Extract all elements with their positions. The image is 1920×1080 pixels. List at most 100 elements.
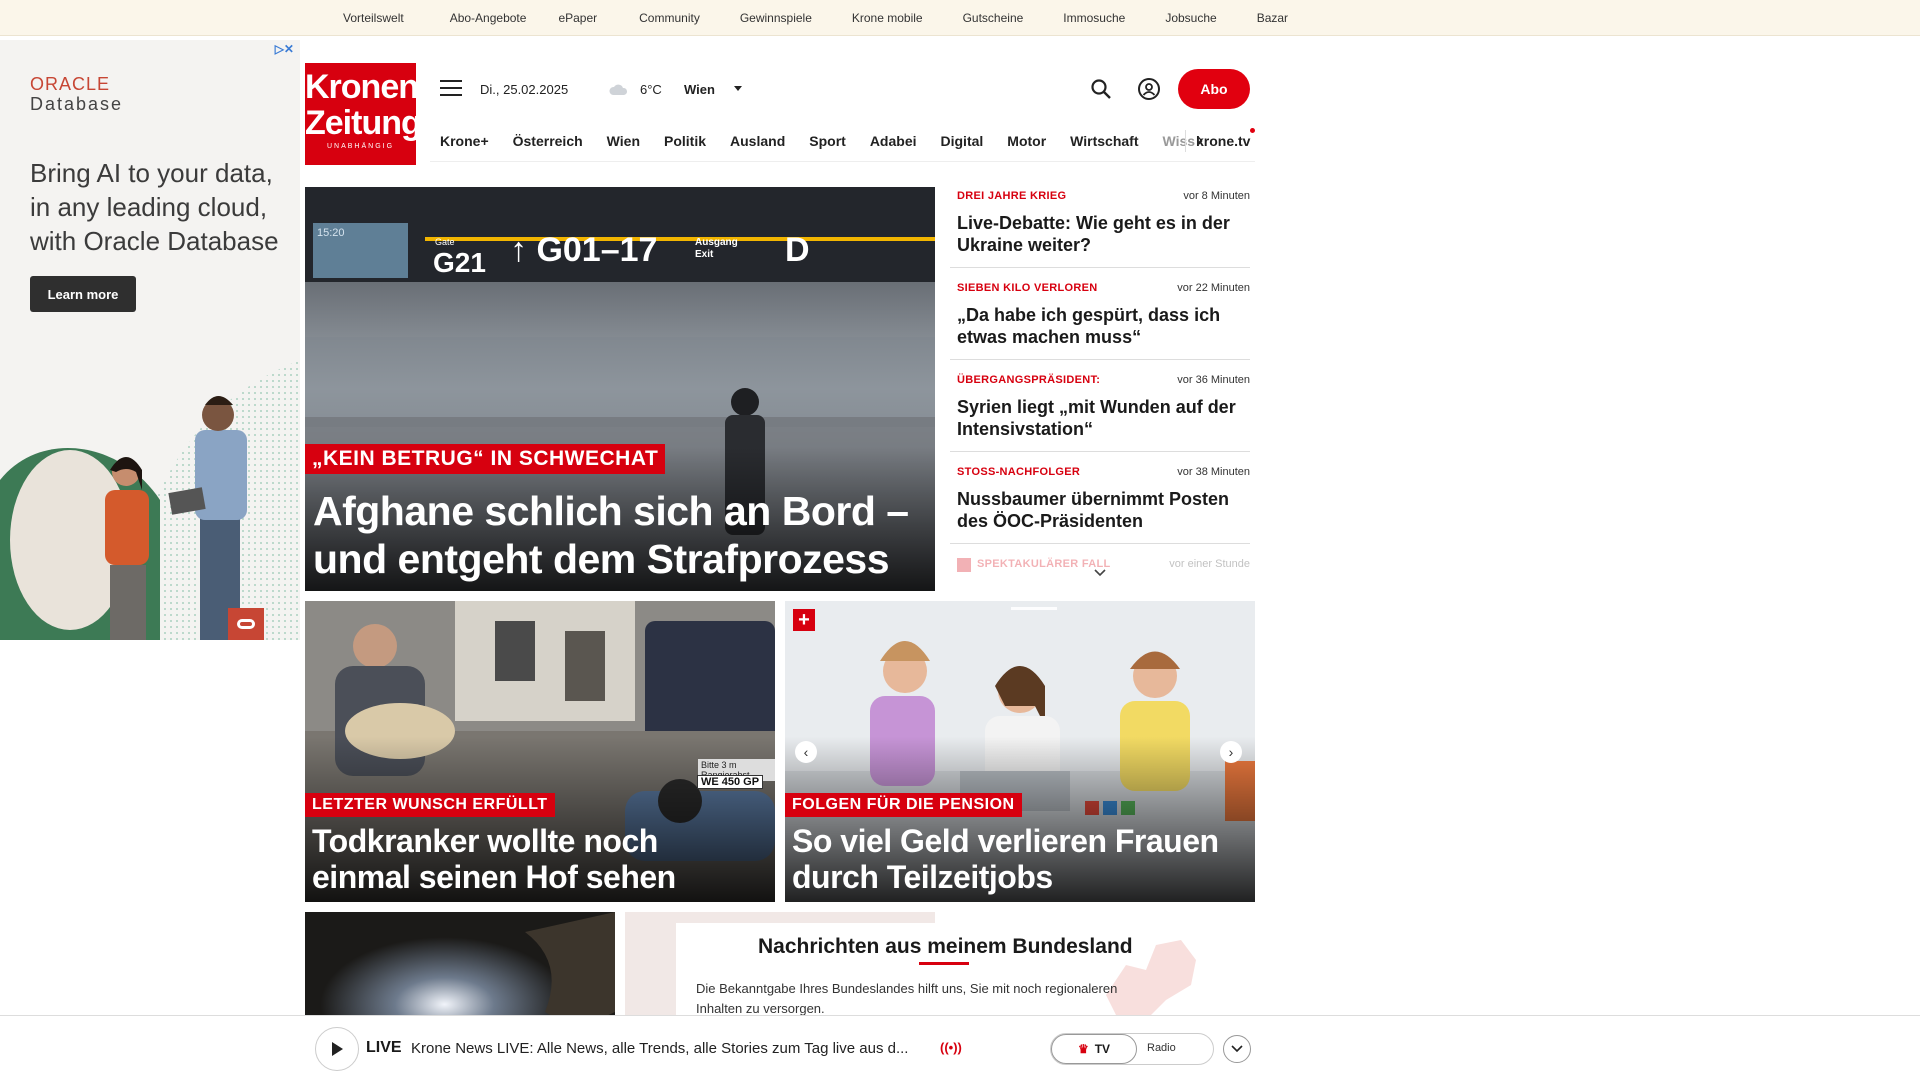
nav-item-krone-tv[interactable]: krone.tv <box>1185 130 1250 152</box>
news-title[interactable]: Syrien liegt „mit Wunden auf der Intensi… <box>957 396 1242 440</box>
temperature: 6°C <box>640 82 662 97</box>
news-title[interactable]: Live-Debatte: Wie geht es in der Ukraine… <box>957 212 1242 256</box>
carousel-prev-icon[interactable]: ‹ <box>795 741 817 763</box>
utility-link-community[interactable]: Community <box>639 11 700 25</box>
header-date: Di., 25.02.2025 <box>480 82 569 97</box>
live-indicator-dot <box>1250 128 1255 133</box>
utility-link-epaper[interactable]: ePaper <box>558 11 597 25</box>
logo-subline: UNABHÄNGIG <box>326 143 395 150</box>
news-time: vor 38 Minuten <box>1177 466 1250 478</box>
utility-link-gutscheine[interactable]: Gutscheine <box>963 11 1024 25</box>
hero-sign-gate: G21 <box>433 247 486 278</box>
nav-item-wien[interactable]: Wien <box>607 133 640 149</box>
kronen-zeitung-logo[interactable]: Kronen Zeitung UNABHÄNGIG <box>305 63 422 165</box>
live-label: LIVE <box>366 1039 402 1056</box>
utility-link-bazar[interactable]: Bazar <box>1257 11 1288 25</box>
user-account-icon[interactable] <box>1138 78 1160 100</box>
news-time: vor einer Stunde <box>1169 558 1250 570</box>
news-kicker: ÜBERGANGSPRÄSIDENT: <box>957 374 1101 386</box>
hamburger-menu-icon[interactable] <box>440 80 462 98</box>
news-kicker: DREI JAHRE KRIEG <box>957 190 1067 202</box>
hero-sign-d: D <box>785 231 810 269</box>
logo-line-2: Zeitung <box>305 104 422 142</box>
news-item[interactable]: ÜBERGANGSPRÄSIDENT: vor 36 Minuten Syrie… <box>950 374 1250 452</box>
news-time: vor 22 Minuten <box>1177 282 1250 294</box>
abo-button[interactable]: Abo <box>1178 69 1250 109</box>
live-stream-title[interactable]: Krone News LIVE: Alle News, alle Trends,… <box>411 1040 931 1057</box>
nav-item-krone-plus[interactable]: Krone+ <box>440 133 489 149</box>
ad-brand-database: Database <box>30 94 124 114</box>
adchoices-icon[interactable]: ▷✕ <box>275 42 294 56</box>
oracle-ad-banner[interactable]: ▷✕ ORACLE Database Bring AI to your data… <box>0 40 300 640</box>
tv-toggle-label: TV <box>1094 1042 1111 1056</box>
news-item[interactable]: DREI JAHRE KRIEG vor 8 Minuten Live-Deba… <box>950 190 1250 268</box>
hero-sign-range: ↑ G01–17 <box>510 231 658 269</box>
news-item[interactable]: STOSS-NACHFOLGER vor 38 Minuten Nussbaum… <box>950 466 1250 544</box>
nav-item-sport[interactable]: Sport <box>809 133 846 149</box>
news-kicker: STOSS-NACHFOLGER <box>957 466 1081 478</box>
news-item[interactable]: SIEBEN KILO VERLOREN vor 22 Minuten „Da … <box>950 282 1250 360</box>
hero-sign-range-text: G01–17 <box>536 231 658 269</box>
hero-title[interactable]: Afghane schlich sich an Bord – und entge… <box>313 487 923 583</box>
nav-item-digital[interactable]: Digital <box>941 133 984 149</box>
crown-icon: ♛ <box>1077 1042 1089 1056</box>
radio-toggle[interactable]: Radio <box>1147 1042 1176 1054</box>
expand-chevron-icon[interactable] <box>1223 1035 1251 1063</box>
top-utility-bar: Vorteilswelt Abo-Angebote ePaper Communi… <box>0 0 1920 36</box>
play-button[interactable] <box>315 1027 359 1071</box>
utility-link-immosuche[interactable]: Immosuche <box>1063 11 1125 25</box>
search-icon[interactable] <box>1090 78 1112 100</box>
article-card[interactable]: Bitte 3 m Rangierabst. WE 450 GP LETZTER… <box>305 601 775 902</box>
ad-brand-oracle: ORACLE <box>30 74 111 94</box>
utility-link-abo-angebote[interactable]: Abo-Angebote <box>450 11 527 25</box>
hero-sign-exit: Ausgang Exit <box>695 237 738 260</box>
nav-item-wirtschaft[interactable]: Wirtschaft <box>1070 133 1138 149</box>
article-card[interactable]: + ‹ › FOLGEN FÜR DIE PENSION So viel Gel… <box>785 601 1255 902</box>
krone-plus-icon <box>957 558 971 572</box>
card-title[interactable]: So viel Geld verlieren Frauen durch Teil… <box>792 823 1242 895</box>
card-kicker: LETZTER WUNSCH ERFÜLLT <box>305 793 555 817</box>
utility-links: Vorteilswelt Abo-Angebote ePaper Communi… <box>343 0 1334 36</box>
utility-link-gewinnspiele[interactable]: Gewinnspiele <box>740 11 812 25</box>
news-time: vor 36 Minuten <box>1177 374 1250 386</box>
krone-plus-icon: + <box>793 609 815 631</box>
utility-link-jobsuche[interactable]: Jobsuche <box>1165 11 1216 25</box>
license-plate: WE 450 GP <box>697 775 764 789</box>
tv-toggle[interactable]: ♛ TV <box>1051 1034 1137 1064</box>
cloud-icon <box>608 83 630 95</box>
hero-kicker: „KEIN BETRUG“ IN SCHWECHAT <box>305 444 666 474</box>
live-player-bar: LIVE Krone News LIVE: Alle News, alle Tr… <box>0 1015 1920 1080</box>
nav-item-motor[interactable]: Motor <box>1007 133 1046 149</box>
media-toggle[interactable]: ♛ TV Radio <box>1050 1033 1214 1065</box>
location-select[interactable]: Wien <box>684 82 715 97</box>
nav-item-politik[interactable]: Politik <box>664 133 706 149</box>
card-kicker: FOLGEN FÜR DIE PENSION <box>785 793 1022 817</box>
broadcast-icon: ((•)) <box>940 1040 962 1055</box>
news-kicker: SPEKTAKULÄRER FALL <box>977 558 1111 570</box>
chevron-down-icon[interactable] <box>734 86 742 91</box>
title-underline <box>919 962 969 965</box>
oracle-logo-icon <box>228 608 264 640</box>
hero-article[interactable]: 15:20 Gate G21 ↑ G01–17 Ausgang Exit D „… <box>305 187 935 591</box>
carousel-next-icon[interactable]: › <box>1220 741 1242 763</box>
news-title[interactable]: „Da habe ich gespürt, dass ich etwas mac… <box>957 304 1242 348</box>
nav-item-oesterreich[interactable]: Österreich <box>513 133 583 149</box>
carousel-indicator <box>1011 607 1057 610</box>
nav-item-adabei[interactable]: Adabei <box>870 133 917 149</box>
utility-link-krone-mobile[interactable]: Krone mobile <box>852 11 923 25</box>
news-kicker: SIEBEN KILO VERLOREN <box>957 282 1098 294</box>
chevron-down-icon[interactable] <box>1093 565 1106 577</box>
ad-learn-more-button[interactable]: Learn more <box>30 276 136 312</box>
logo-line-1: Kronen <box>305 68 419 106</box>
ad-headline: Bring AI to your data, in any leading cl… <box>30 158 279 256</box>
utility-link-vorteilswelt[interactable]: Vorteilswelt <box>343 11 404 25</box>
ad-people-illustration <box>0 360 300 640</box>
hero-sign-gate-label: Gate <box>435 237 455 247</box>
news-time: vor 8 Minuten <box>1183 190 1250 202</box>
bundesland-description: Die Bekanntgabe Ihres Bundeslandes hilft… <box>696 981 1118 1016</box>
card-title[interactable]: Todkranker wollte noch einmal seinen Hof… <box>312 823 762 895</box>
nav-item-ausland[interactable]: Ausland <box>730 133 785 149</box>
main-navigation: Krone+ Österreich Wien Politik Ausland S… <box>430 120 1255 162</box>
news-title[interactable]: Nussbaumer übernimmt Posten des ÖOC-Präs… <box>957 488 1242 532</box>
bundesland-title: Nachrichten aus meinem Bundesland <box>758 935 1133 958</box>
